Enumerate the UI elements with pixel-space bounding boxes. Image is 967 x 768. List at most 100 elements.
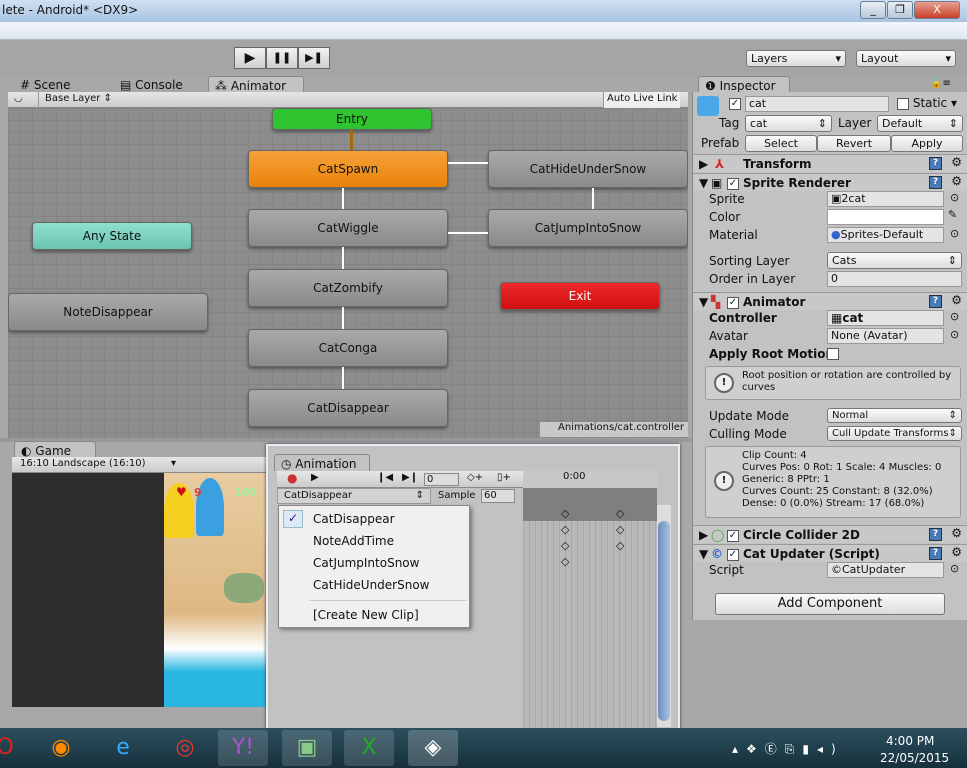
foldout-expanded-icon[interactable]: ▼ bbox=[699, 176, 708, 190]
splitter[interactable] bbox=[0, 438, 692, 442]
monitor-app-icon[interactable]: ▣ bbox=[282, 730, 332, 766]
animator-graph[interactable]: Entry CatSpawn CatWiggle CatZombify CatC… bbox=[8, 108, 688, 438]
yahoo-messenger-icon[interactable]: Y! bbox=[218, 730, 268, 766]
static-toggle[interactable]: Static ▾ bbox=[897, 96, 957, 110]
enabled-checkbox[interactable]: ✓ bbox=[727, 529, 739, 542]
help-icon[interactable]: ? bbox=[929, 547, 942, 560]
eyedropper-icon[interactable]: ✎ bbox=[948, 208, 957, 221]
tab-animator[interactable]: ⁂ Animator bbox=[208, 76, 304, 93]
order-in-layer-input[interactable]: 0 bbox=[827, 271, 962, 287]
play-button[interactable]: ▶ bbox=[234, 47, 266, 69]
active-checkbox[interactable]: ✓ bbox=[729, 98, 741, 110]
help-icon[interactable]: ? bbox=[929, 295, 942, 308]
gear-icon[interactable]: ⚙ bbox=[951, 174, 962, 188]
foldout-collapsed-icon[interactable]: ▶ bbox=[699, 528, 708, 542]
tab-console[interactable]: ▤ Console bbox=[114, 76, 189, 93]
menu-item-clip[interactable]: CatDisappear bbox=[313, 512, 395, 526]
node-exit[interactable]: Exit bbox=[500, 282, 660, 310]
minimize-button[interactable]: _ bbox=[860, 1, 886, 19]
node-catwiggle[interactable]: CatWiggle bbox=[248, 209, 448, 247]
enabled-checkbox[interactable]: ✓ bbox=[727, 177, 739, 190]
object-picker-icon[interactable]: ⊙ bbox=[950, 310, 959, 323]
node-any-state[interactable]: Any State bbox=[32, 222, 192, 250]
component-circle-collider[interactable]: ▶ ◯ ✓ Circle Collider 2D? ⚙ bbox=[693, 525, 967, 543]
aspect-dropdown[interactable]: 16:10 Landscape (16:10) ▾ bbox=[20, 458, 176, 469]
keyframe-diamond[interactable]: ◇ bbox=[561, 523, 569, 536]
step-button[interactable]: ▶❚ bbox=[298, 47, 330, 69]
tab-game[interactable]: ◐ Game bbox=[14, 441, 96, 458]
update-mode-dropdown[interactable]: Normal ⇕ bbox=[827, 408, 962, 423]
keyframe-diamond[interactable]: ◇ bbox=[561, 539, 569, 552]
excel-icon[interactable]: X bbox=[344, 730, 394, 766]
keyframe-diamond[interactable]: ◇ bbox=[561, 555, 569, 568]
system-tray-icons[interactable]: ▴❖Ⓔ⎘▮◂) bbox=[732, 740, 844, 757]
tab-inspector[interactable]: ❶ Inspector bbox=[698, 76, 790, 93]
eye-icon[interactable]: ◡ bbox=[14, 93, 23, 104]
menu-item-clip[interactable]: CatHideUnderSnow bbox=[313, 578, 430, 592]
firefox-icon[interactable]: ◉ bbox=[36, 730, 86, 766]
sprite-field[interactable]: ▣2cat bbox=[827, 191, 944, 207]
node-catjumpintosnow[interactable]: CatJumpIntoSnow bbox=[488, 209, 688, 247]
apply-root-motion-checkbox[interactable] bbox=[827, 348, 839, 360]
gear-icon[interactable]: ⚙ bbox=[951, 526, 962, 540]
animation-scrollbar[interactable] bbox=[657, 505, 671, 727]
unity-icon[interactable]: ◈ bbox=[408, 730, 458, 766]
node-catzombify[interactable]: CatZombify bbox=[248, 269, 448, 307]
tab-animation[interactable]: ◷ Animation bbox=[274, 454, 370, 471]
menu-item-clip[interactable]: CatJumpIntoSnow bbox=[313, 556, 419, 570]
help-icon[interactable]: ? bbox=[929, 157, 942, 170]
keyframe-diamond[interactable]: ◇ bbox=[561, 507, 569, 520]
culling-mode-dropdown[interactable]: Cull Update Transforms ⇕ bbox=[827, 426, 962, 441]
avatar-field[interactable]: None (Avatar) bbox=[827, 328, 944, 344]
prev-keyframe-button[interactable]: ❙◀ bbox=[377, 472, 393, 483]
layout-dropdown[interactable]: Layout ▾ bbox=[856, 50, 956, 67]
component-animator[interactable]: ▼ ▚ ✓ Animator? ⚙ bbox=[693, 292, 967, 310]
foldout-expanded-icon[interactable]: ▼ bbox=[699, 547, 708, 561]
menu-item-create-new-clip[interactable]: [Create New Clip] bbox=[313, 608, 419, 622]
pause-button[interactable]: ❚❚ bbox=[266, 47, 298, 69]
clock-time[interactable]: 4:00 PM bbox=[886, 734, 934, 748]
sorting-layer-dropdown[interactable]: Cats ⇕ bbox=[827, 252, 962, 269]
auto-live-link-button[interactable]: Auto Live Link bbox=[603, 92, 681, 108]
tab-scene[interactable]: # Scene bbox=[14, 76, 76, 93]
keyframe-diamond[interactable]: ◇ bbox=[616, 523, 624, 536]
add-event-button[interactable]: ▯+ bbox=[497, 472, 511, 483]
component-transform[interactable]: ▶ ⅄ Transform? ⚙ bbox=[693, 154, 967, 172]
color-field[interactable] bbox=[827, 209, 944, 225]
tag-dropdown[interactable]: cat ⇕ bbox=[745, 115, 832, 132]
script-field[interactable]: ©CatUpdater bbox=[827, 562, 944, 578]
dopesheet[interactable]: ◇ ◇ ◇ ◇ ◇ ◇ ◇ bbox=[523, 488, 657, 728]
node-catconga[interactable]: CatConga bbox=[248, 329, 448, 367]
layer-dropdown[interactable]: Default ⇕ bbox=[877, 115, 963, 132]
keyframe-diamond[interactable]: ◇ bbox=[616, 539, 624, 552]
play-animation-button[interactable]: ▶ bbox=[311, 472, 319, 483]
help-icon[interactable]: ? bbox=[929, 528, 942, 541]
opera-icon[interactable]: O bbox=[0, 730, 30, 766]
gear-icon[interactable]: ⚙ bbox=[951, 545, 962, 559]
frame-input[interactable]: 0 bbox=[424, 473, 459, 486]
maximize-button[interactable]: ❐ bbox=[887, 1, 913, 19]
material-field[interactable]: ●Sprites-Default bbox=[827, 227, 944, 243]
node-catspawn[interactable]: CatSpawn bbox=[248, 150, 448, 188]
clock-date[interactable]: 22/05/2015 bbox=[880, 751, 949, 765]
node-cathideundersnow[interactable]: CatHideUnderSnow bbox=[488, 150, 688, 188]
layers-dropdown[interactable]: Layers ▾ bbox=[746, 50, 846, 67]
foldout-expanded-icon[interactable]: ▼ bbox=[699, 295, 708, 309]
enabled-checkbox[interactable]: ✓ bbox=[727, 548, 739, 561]
record-button[interactable]: ● bbox=[287, 471, 297, 485]
menu-item-clip[interactable]: NoteAddTime bbox=[313, 534, 394, 548]
lock-icon[interactable]: 🔓≡ bbox=[930, 78, 951, 89]
object-picker-icon[interactable]: ⊙ bbox=[950, 562, 959, 575]
game-view[interactable]: ♥ 9 100 bbox=[164, 473, 268, 707]
controller-field[interactable]: ▦cat bbox=[827, 310, 944, 326]
clip-dropdown[interactable]: CatDisappear ⇕ bbox=[277, 488, 431, 504]
object-picker-icon[interactable]: ⊙ bbox=[950, 328, 959, 341]
name-input[interactable]: cat bbox=[745, 96, 889, 112]
prefab-apply-button[interactable]: Apply bbox=[891, 135, 963, 152]
close-button[interactable]: X bbox=[914, 1, 960, 19]
next-keyframe-button[interactable]: ▶❙ bbox=[402, 472, 418, 483]
chrome-icon[interactable]: ◎ bbox=[160, 730, 210, 766]
enabled-checkbox[interactable]: ✓ bbox=[727, 296, 739, 309]
object-picker-icon[interactable]: ⊙ bbox=[950, 191, 959, 204]
prefab-select-button[interactable]: Select bbox=[745, 135, 817, 152]
